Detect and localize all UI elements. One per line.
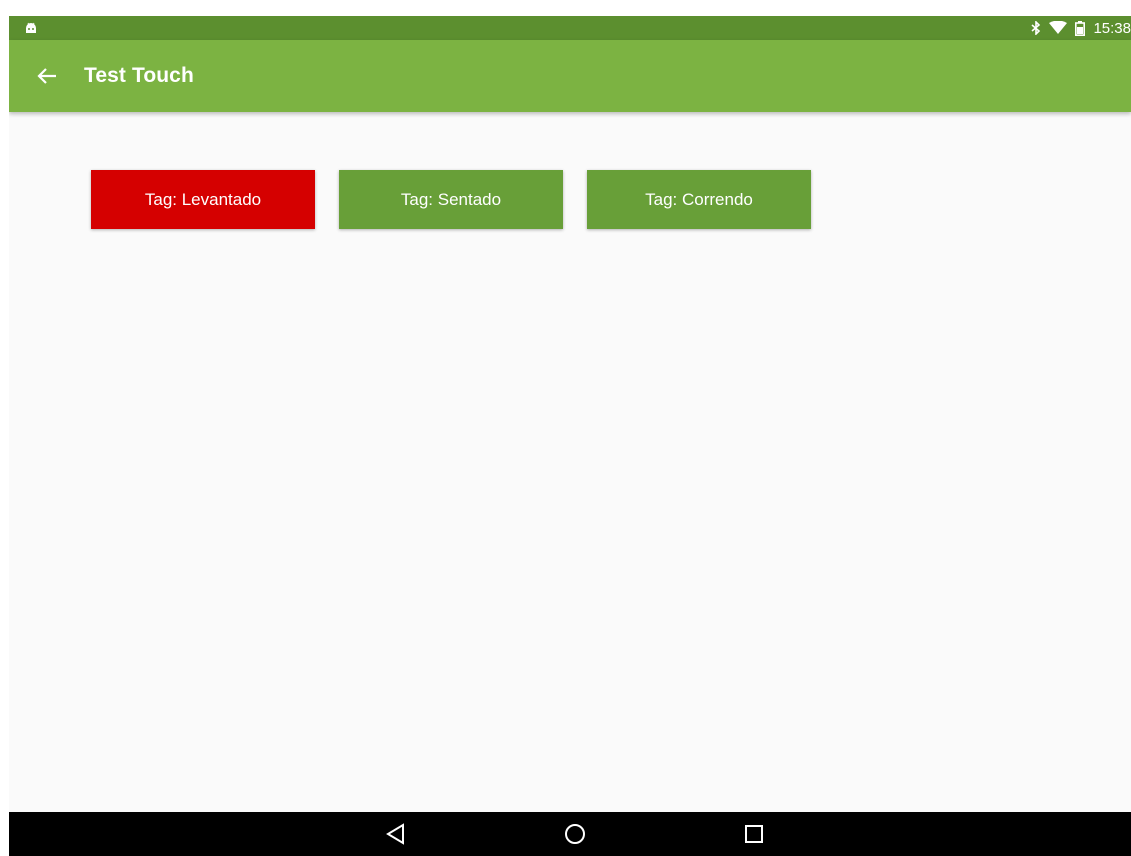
arrow-back-icon — [33, 68, 61, 94]
main-content: Tag: Levantado Tag: Sentado Tag: Corrend… — [9, 112, 1131, 856]
nav-home-icon[interactable] — [562, 821, 588, 847]
android-notification-icon — [25, 21, 37, 39]
tag-sentado-button[interactable]: Tag: Sentado — [339, 170, 563, 229]
navigation-bar — [9, 812, 1131, 856]
nav-recents-icon[interactable] — [741, 821, 767, 847]
page-title: Test Touch — [84, 64, 194, 87]
bluetooth-icon — [1031, 21, 1041, 35]
app-toolbar: Test Touch — [9, 40, 1131, 112]
wifi-icon — [1049, 21, 1068, 35]
back-button[interactable] — [33, 62, 61, 90]
tag-levantado-button[interactable]: Tag: Levantado — [91, 170, 315, 229]
app-screen: 15:38 Test Touch Tag: Levantado Tag: Sen… — [9, 16, 1131, 856]
nav-back-icon[interactable] — [383, 821, 409, 847]
tag-correndo-button[interactable]: Tag: Correndo — [587, 170, 811, 229]
status-bar: 15:38 — [9, 16, 1131, 40]
status-time: 15:38 — [1093, 19, 1131, 37]
battery-icon — [1075, 20, 1086, 36]
